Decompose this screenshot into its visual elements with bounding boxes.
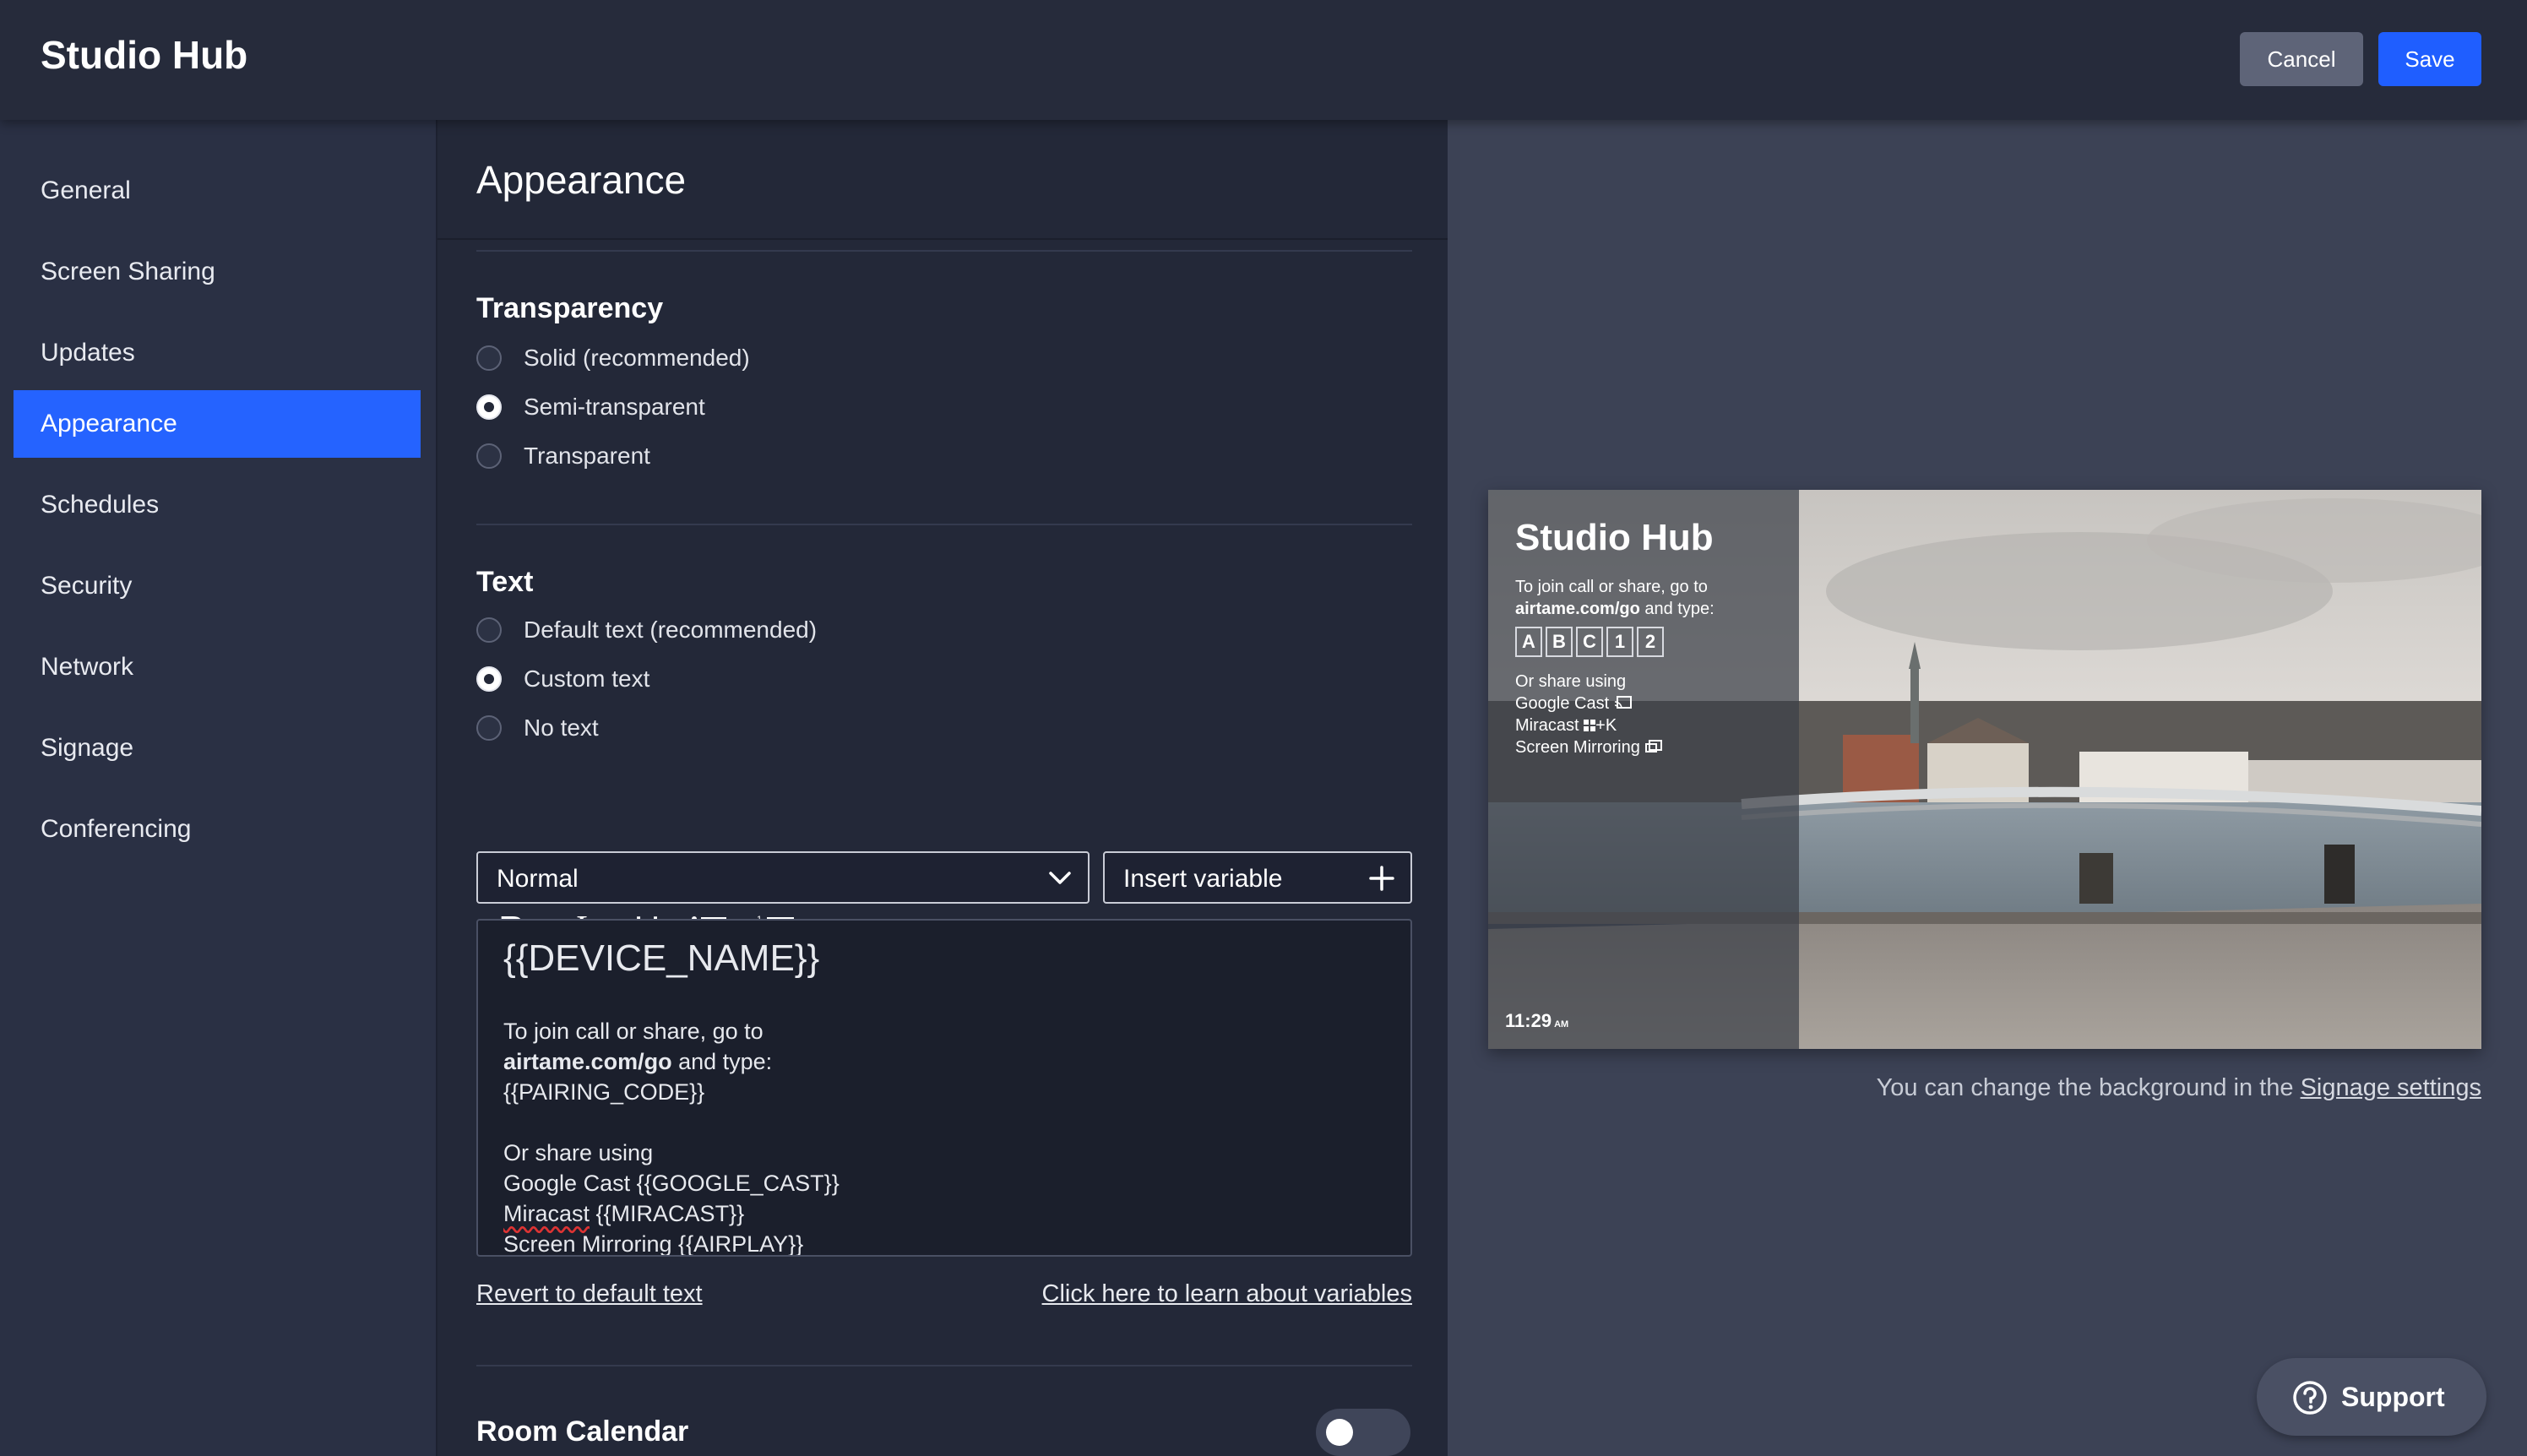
preview-clock: 11:29 AM [1505,1010,1568,1032]
preview-screen-mirroring: Screen Mirroring [1515,738,1663,758]
preview-join-text: To join call or share, go to [1515,578,1708,596]
insert-variable-label: Insert variable [1123,865,1283,893]
editor-line: {{PAIRING_CODE}} [503,1079,705,1105]
radio-default-text[interactable]: Default text (recommended) [476,613,817,647]
radio-label: Default text (recommended) [524,617,818,643]
editor-heading: {{DEVICE_NAME}} [503,937,820,979]
radio-custom-text[interactable]: Custom text [476,662,649,696]
revert-default-link[interactable]: Revert to default text [476,1280,703,1308]
toggle-knob [1326,1419,1353,1446]
preview-miracast: Miracast +K [1515,716,1617,736]
sidebar-item-network[interactable]: Network [14,633,421,701]
page-title: Appearance [476,158,687,202]
chevron-down-icon [1049,872,1071,884]
screen-mirroring-label: Screen Mirroring [1515,738,1640,757]
radio-semi-transparent[interactable]: Semi-transparent [476,390,705,424]
clock-ampm: AM [1554,1019,1569,1030]
plus-icon [1369,866,1394,891]
clock-time: 11:29 [1505,1010,1552,1031]
sidebar-item-conferencing[interactable]: Conferencing [14,796,421,863]
text-overlay: Studio Hub To join call or share, go to … [1488,490,1799,1049]
radio-button-selected[interactable] [476,394,502,420]
sidebar-item-updates[interactable]: Updates [14,319,421,387]
editor-line: Miracast {{MIRACAST}} [503,1201,744,1227]
pairing-code-char: C [1576,627,1603,657]
radio-label: Semi-transparent [524,394,705,420]
room-calendar-toggle[interactable] [1316,1409,1410,1456]
sidebar-item-schedules[interactable]: Schedules [14,471,421,539]
windows-icon [1584,720,1596,731]
section-divider [476,524,1412,525]
help-icon [2293,1381,2327,1415]
room-calendar-title: Room Calendar [476,1415,689,1448]
spellcheck-word: Miracast [503,1201,590,1226]
transparency-title: Transparency [476,292,664,324]
miracast-label: Miracast [1515,716,1579,735]
support-button[interactable]: Support [2257,1358,2486,1436]
radio-label: No text [524,714,599,741]
insert-variable-button[interactable]: Insert variable [1103,851,1412,904]
radio-transparent[interactable]: Transparent [476,439,650,473]
editor-line: Screen Mirroring {{AIRPLAY}} [503,1231,804,1257]
radio-solid[interactable]: Solid (recommended) [476,341,750,375]
preview-url: airtame.com/go [1515,600,1640,618]
editor-line: To join call or share, go to [503,1019,764,1044]
editor-url: airtame.com/go [503,1049,672,1074]
save-button[interactable]: Save [2378,32,2481,86]
select-value: Normal [497,865,579,893]
pairing-code-char: 1 [1606,627,1633,657]
google-cast-label: Google Cast [1515,694,1610,713]
radio-no-text[interactable]: No text [476,711,599,745]
radio-button[interactable] [476,617,502,643]
app-title: Studio Hub [41,33,248,77]
pairing-code-char: A [1515,627,1542,657]
editor-line: airtame.com/go and type: [503,1049,772,1075]
title-divider [437,238,1449,240]
sidebar-item-screen-sharing[interactable]: Screen Sharing [14,238,421,306]
text-style-select[interactable]: Normal [476,851,1090,904]
editor-line-rest: and type: [671,1049,773,1074]
pairing-code-char: B [1546,627,1573,657]
sidebar-item-appearance[interactable]: Appearance [14,390,421,458]
learn-variables-link[interactable]: Click here to learn about variables [1042,1280,1412,1308]
sidebar-item-security[interactable]: Security [14,552,421,620]
section-divider [476,1365,1412,1366]
top-header: Studio Hub Cancel Save [0,0,2527,120]
preview-google-cast: Google Cast [1515,694,1633,714]
radio-label: Custom text [524,666,650,692]
note-text: You can change the background in the [1876,1074,2301,1101]
radio-label: Transparent [524,443,650,469]
radio-button[interactable] [476,715,502,741]
signage-preview: Studio Hub To join call or share, go to … [1488,490,2481,1049]
text-title: Text [476,566,534,598]
miracast-shortcut: +K [1595,716,1617,735]
appearance-panel: Appearance Transparency Solid (recommend… [436,120,1449,1456]
section-divider [476,250,1412,252]
sidebar-item-general[interactable]: General [14,157,421,225]
sidebar-item-signage[interactable]: Signage [14,714,421,782]
cancel-button[interactable]: Cancel [2240,32,2363,86]
preview-share-title: Or share using [1515,672,1627,691]
preview-url-rest: and type: [1639,600,1715,618]
radio-label: Solid (recommended) [524,345,750,371]
screen-mirroring-icon [1645,740,1663,752]
radio-button[interactable] [476,345,502,371]
preview-url-line: airtame.com/go and type: [1515,600,1715,619]
pairing-code-char: 2 [1637,627,1664,657]
background-note: You can change the background in the Sig… [1877,1074,2481,1102]
signage-settings-link[interactable]: Signage settings [2301,1074,2481,1101]
editor-line-rest: {{MIRACAST}} [590,1201,745,1226]
editor-line: Google Cast {{GOOGLE_CAST}} [503,1171,840,1196]
radio-button-selected[interactable] [476,666,502,692]
preview-title: Studio Hub [1515,517,1714,558]
custom-text-editor[interactable]: {{DEVICE_NAME}} To join call or share, g… [476,919,1412,1257]
cast-icon [1614,696,1632,709]
support-label: Support [2341,1382,2445,1412]
radio-button[interactable] [476,443,502,469]
settings-sidebar: General Screen Sharing Updates Appearanc… [0,120,437,1456]
editor-line: Or share using [503,1140,654,1165]
